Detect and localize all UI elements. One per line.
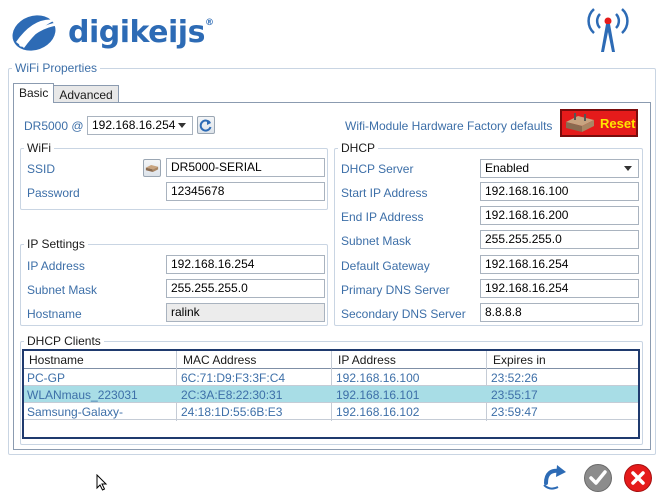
ssid-label: SSID [27,162,56,176]
default-gateway-label: Default Gateway [341,259,430,273]
dhcp-clients-title: DHCP Clients [24,334,104,348]
table-row[interactable]: Samsung-Galaxy- 24:18:1D:55:6B:E3 192.16… [24,403,638,420]
column-header-ip[interactable]: IP Address [338,353,396,367]
device-ip-select[interactable]: 192.168.16.254 [87,116,193,135]
refresh-icon [199,119,212,132]
dhcp-server-select[interactable]: Enabled [480,159,639,178]
default-gateway-field[interactable]: 192.168.16.254 [480,255,639,274]
password-label: Password [27,186,80,200]
tab-bar: Basic Advanced [13,83,119,103]
tab-basic[interactable]: Basic [13,83,55,103]
cell-expires: 23:59:47 [491,405,538,419]
ip-settings-title: IP Settings [24,237,88,251]
reset-label: Reset [600,115,636,131]
cell-mac: 24:18:1D:55:6B:E3 [181,405,283,419]
column-header-mac[interactable]: MAC Address [183,353,256,367]
wifi-antenna-icon [587,8,629,52]
column-header-expires[interactable]: Expires in [493,353,546,367]
wifi-box-title: WiFi [24,141,54,155]
cell-ip: 192.168.16.102 [336,405,420,419]
reset-button[interactable]: Reset [560,109,638,137]
mouse-cursor-icon [96,474,108,491]
hostname-label: Hostname [27,307,82,321]
digikeijs-logo: digikeijs® [10,12,214,52]
ok-icon[interactable] [583,463,613,493]
cell-expires: 23:52:26 [491,371,538,385]
subnet-mask-field[interactable]: 255.255.255.0 [166,279,325,298]
cancel-icon[interactable] [623,463,653,493]
password-field[interactable]: 12345678 [166,182,325,201]
cell-mac: 2C:3A:E8:22:30:31 [181,388,283,402]
ssid-field[interactable]: DR5000-SERIAL [166,158,325,177]
secondary-dns-label: Secondary DNS Server [341,307,466,321]
start-ip-field[interactable]: 192.168.16.100 [480,182,639,201]
cell-mac: 6C:71:D9:F3:3F:C4 [181,371,286,385]
table-row[interactable]: PC-GP 6C:71:D9:F3:3F:C4 192.168.16.100 2… [24,369,638,386]
wifi-properties-title: WiFi Properties [12,61,101,75]
dhcp-subnet-mask-field[interactable]: 255.255.255.0 [480,230,639,249]
refresh-button[interactable] [197,116,215,134]
start-ip-label: Start IP Address [341,186,428,200]
router-icon [566,113,594,132]
cell-ip: 192.168.16.100 [336,371,420,385]
ssid-scan-button[interactable] [143,159,161,177]
ip-address-field[interactable]: 192.168.16.254 [166,255,325,274]
primary-dns-field[interactable]: 192.168.16.254 [480,279,639,298]
router-icon [145,164,159,172]
end-ip-field[interactable]: 192.168.16.200 [480,206,639,225]
dhcp-subnet-mask-label: Subnet Mask [341,234,412,248]
dhcp-box-title: DHCP [338,141,379,155]
tab-advanced[interactable]: Advanced [53,85,119,103]
hostname-field[interactable]: ralink [166,303,325,322]
device-label: DR5000 @ [24,119,84,133]
undo-icon[interactable] [540,463,570,493]
ip-address-label: IP Address [27,259,85,273]
brand-name: digikeijs® [68,15,214,50]
cell-ip: 192.168.16.101 [336,388,420,402]
secondary-dns-field[interactable]: 8.8.8.8 [480,303,639,322]
dhcp-clients-table: Hostname MAC Address IP Address Expires … [22,349,640,439]
dhcp-server-label: DHCP Server [341,162,414,176]
primary-dns-label: Primary DNS Server [341,283,450,297]
cell-hostname: PC-GP [27,371,66,385]
end-ip-label: End IP Address [341,210,424,224]
column-header-hostname[interactable]: Hostname [29,353,84,367]
digikeijs-logo-icon [12,15,59,51]
table-row-selected[interactable]: WLANmaus_223031 2C:3A:E8:22:30:31 192.16… [24,386,638,403]
cell-hostname: Samsung-Galaxy- [27,405,124,419]
cell-hostname: WLANmaus_223031 [27,388,138,402]
subnet-mask-label: Subnet Mask [27,283,98,297]
cell-expires: 23:55:17 [491,388,538,402]
factory-defaults-label: Wifi-Module Hardware Factory defaults [345,119,553,133]
